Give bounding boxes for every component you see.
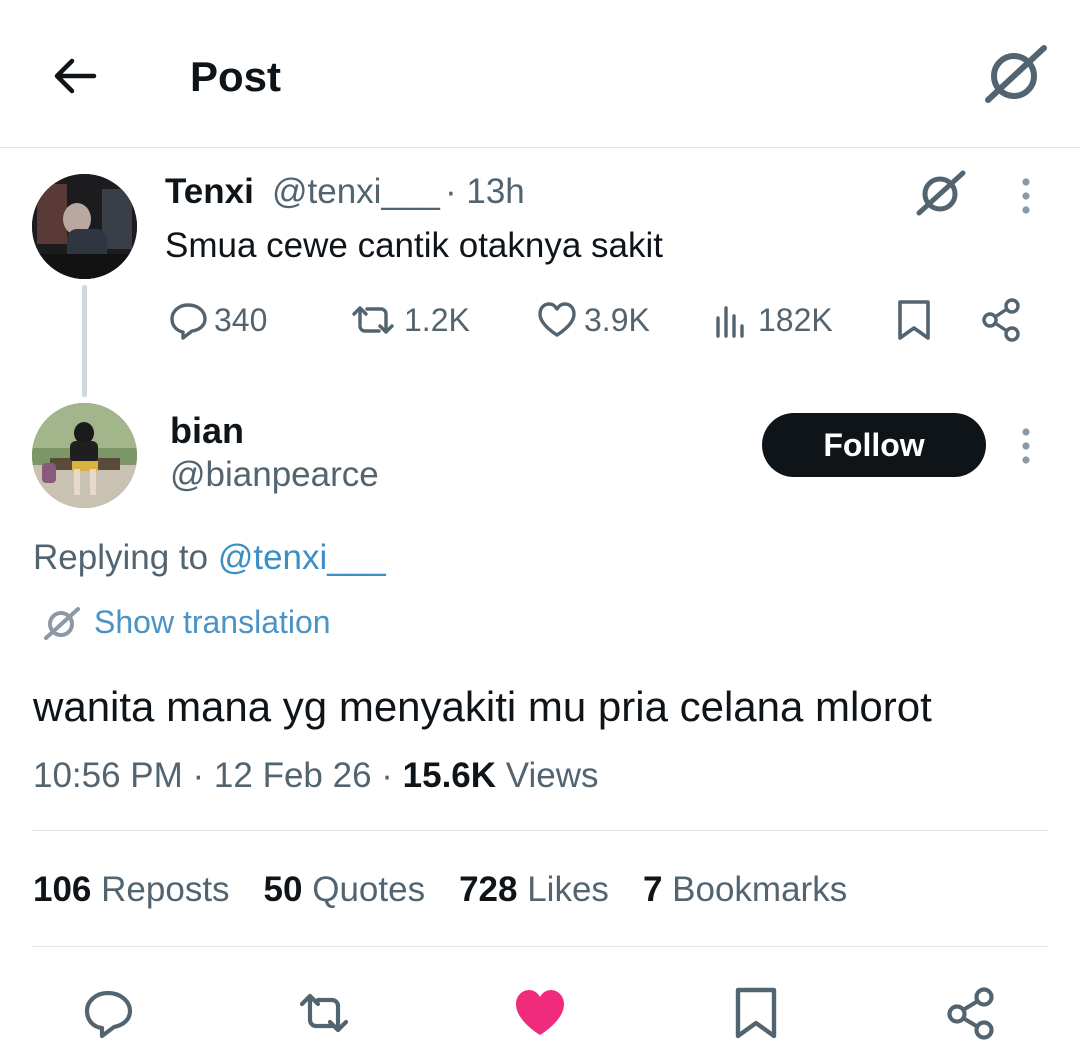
replying-to: Replying to @tenxi___ [33, 536, 386, 580]
bookmark-button[interactable] [728, 985, 784, 1041]
tweet-meta: 10:56 PM · 12 Feb 26 · 15.6K Views [33, 756, 599, 795]
more-icon [1022, 428, 1030, 464]
replying-handle-link[interactable]: @tenxi___ [218, 538, 386, 577]
avatar-bian[interactable] [32, 403, 137, 508]
grok-icon [44, 606, 80, 640]
parent-views-count: 182K [758, 301, 833, 338]
views-count: 15.6K [402, 756, 497, 795]
back-button[interactable] [50, 52, 98, 100]
avatar-image [32, 403, 137, 508]
parent-author-name[interactable]: Tenxi [165, 172, 254, 212]
thread-connector [82, 285, 87, 397]
divider [32, 830, 1048, 831]
reply-icon [170, 303, 207, 340]
bookmark-icon [898, 300, 930, 340]
parent-reply-count: 340 [214, 301, 268, 338]
parent-repost-button[interactable]: 1.2K [348, 298, 470, 342]
parent-reply-button[interactable]: 340 [168, 298, 267, 342]
parent-like-button[interactable]: 3.9K [536, 298, 650, 342]
show-translation-button[interactable]: Show translation [44, 604, 331, 641]
views-label: Views [505, 756, 599, 795]
bookmark-icon [735, 987, 777, 1039]
show-translation-label: Show translation [94, 604, 331, 640]
heart-icon [538, 302, 576, 337]
parent-bookmark-button[interactable] [892, 298, 936, 342]
back-arrow-icon [54, 58, 97, 94]
grok-icon [916, 170, 966, 216]
stat-quotes[interactable]: 50 Quotes [264, 868, 426, 912]
header-divider [0, 147, 1080, 148]
parent-share-button[interactable] [980, 296, 1024, 344]
repost-button[interactable] [296, 985, 352, 1041]
parent-timestamp[interactable]: · 13h [445, 172, 525, 212]
share-icon [947, 987, 994, 1040]
stat-reposts[interactable]: 106 Reposts [33, 868, 230, 912]
views-icon [716, 306, 744, 338]
parent-like-count: 3.9K [584, 301, 650, 338]
grok-button[interactable] [984, 44, 1048, 104]
parent-more-button[interactable] [1012, 176, 1040, 216]
avatar-image [32, 174, 137, 279]
more-button[interactable] [1012, 426, 1040, 466]
share-button[interactable] [944, 985, 1000, 1041]
repost-icon [352, 306, 394, 334]
parent-tweet-text: Smua cewe cantik otaknya sakit [165, 226, 664, 265]
follow-button[interactable]: Follow [762, 413, 986, 477]
parent-repost-count: 1.2K [404, 301, 470, 338]
author-handle[interactable]: @bianpearce [170, 454, 379, 496]
divider [32, 946, 1048, 947]
like-button[interactable] [512, 985, 568, 1041]
reply-button[interactable] [80, 985, 136, 1041]
repost-icon [299, 993, 349, 1033]
heart-filled-icon [516, 990, 564, 1035]
tweet-text: wanita mana yg menyakiti mu pria celana … [33, 683, 932, 730]
engagement-stats: 106 Reposts 50 Quotes 728 Likes 7 Bookma… [33, 868, 881, 912]
parent-views-button[interactable]: 182K [712, 298, 833, 342]
tweet-time[interactable]: 10:56 PM [33, 756, 183, 795]
avatar-tenxi[interactable] [32, 174, 137, 279]
reply-icon [84, 990, 133, 1039]
replying-prefix: Replying to [33, 538, 218, 577]
parent-author-handle[interactable]: @tenxi___ [272, 172, 440, 212]
tweet-date[interactable]: 12 Feb 26 [214, 756, 372, 795]
author-name[interactable]: bian [170, 410, 244, 452]
more-icon [1022, 178, 1030, 214]
share-icon [982, 298, 1020, 342]
grok-icon [985, 45, 1047, 103]
stat-bookmarks[interactable]: 7 Bookmarks [643, 868, 847, 912]
stat-likes[interactable]: 728 Likes [459, 868, 609, 912]
parent-grok-button[interactable] [916, 170, 966, 216]
page-title: Post [190, 53, 282, 100]
